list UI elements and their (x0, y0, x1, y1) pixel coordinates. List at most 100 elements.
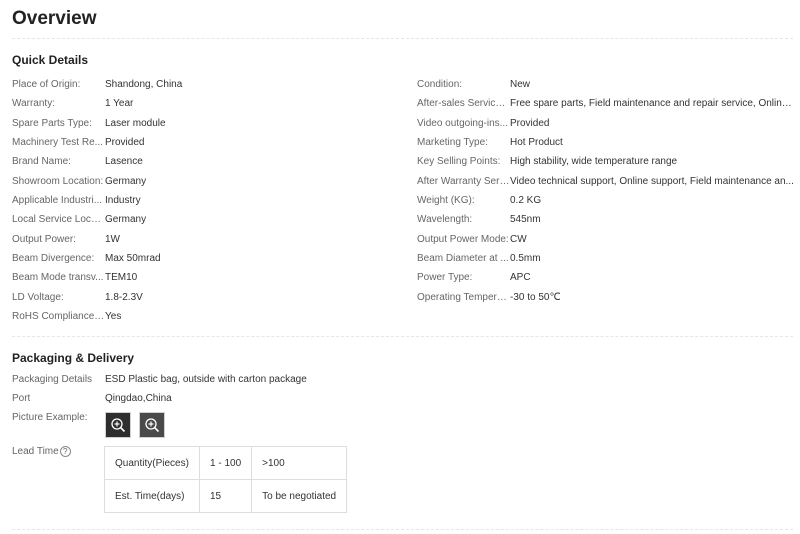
attribute-row: Spare Parts Type: Laser module (12, 114, 392, 133)
divider (12, 38, 793, 39)
table-cell: 15 (198, 479, 253, 513)
attribute-value: Germany (105, 214, 147, 226)
attribute-label: Output Power Mode: (417, 233, 509, 245)
attribute-label: Wavelength: (417, 214, 473, 226)
attribute-row: Key Selling Points: High stability, wide … (417, 152, 795, 171)
attribute-value: 545nm (510, 214, 541, 226)
attribute-value: Laser module (105, 117, 166, 129)
table-cell: To be negotiated (251, 479, 348, 513)
quick-details-left-column: Place of Origin: Shandong, China Warranty… (12, 75, 392, 326)
attribute-label: Condition: (417, 79, 463, 91)
attribute-value: Free spare parts, Field maintenance and … (510, 98, 795, 110)
port-row: Port Qingdao,China (12, 392, 172, 405)
attribute-row: Brand Name: Lasence (12, 152, 392, 171)
attribute-row: Condition: New (417, 75, 795, 94)
attribute-value: 1.8-2.3V (105, 291, 143, 303)
attribute-row: RoHS Compliance ... Yes (12, 307, 392, 326)
attribute-value: Max 50mrad (105, 253, 161, 265)
table-cell: Quantity(Pieces) (104, 446, 200, 480)
attribute-label: Packaging Details (12, 374, 93, 385)
attribute-label: Spare Parts Type: (12, 117, 92, 129)
attribute-row: Beam Mode transv... TEM10 (12, 268, 392, 287)
attribute-label: Weight (KG): (417, 195, 475, 207)
attribute-value: Provided (510, 117, 550, 129)
attribute-value: Video technical support, Online support,… (510, 175, 794, 187)
attribute-row: Showroom Location: Germany (12, 172, 392, 191)
attribute-value: High stability, wide temperature range (510, 156, 678, 168)
zoom-in-icon (145, 418, 160, 433)
attribute-row: Video outgoing-ins... Provided (417, 114, 795, 133)
attribute-row: Machinery Test Re... Provided (12, 133, 392, 152)
attribute-value: 1 Year (105, 98, 134, 110)
attribute-label: After-sales Service ... (417, 98, 510, 110)
attribute-value: 1W (105, 233, 120, 245)
attribute-row: Marketing Type: Hot Product (417, 133, 795, 152)
attribute-row: After Warranty Serv... Video technical su… (417, 172, 795, 191)
attribute-value: 0.5mm (510, 253, 541, 265)
table-row: Est. Time(days) 15 To be negotiated (104, 479, 348, 513)
attribute-value: TEM10 (105, 272, 138, 284)
attribute-row: LD Voltage: 1.8-2.3V (12, 288, 392, 307)
attribute-value: Shandong, China (105, 79, 183, 91)
attribute-row: Weight (KG): 0.2 KG (417, 191, 795, 210)
attribute-label: Video outgoing-ins... (417, 117, 508, 129)
attribute-row: Output Power Mode: CW (417, 230, 795, 249)
attribute-value: 0.2 KG (510, 195, 542, 207)
attribute-label: Power Type: (417, 272, 473, 284)
attribute-row: Applicable Industri... Industry (12, 191, 392, 210)
attribute-label: Warranty: (12, 98, 55, 110)
picture-example-row: Picture Example: (12, 411, 105, 424)
attribute-row: Beam Diameter at ... 0.5mm (417, 249, 795, 268)
page-title: Overview (12, 8, 97, 29)
attribute-value: Hot Product (510, 137, 563, 149)
attribute-row: After-sales Service ... Free spare parts,… (417, 94, 795, 113)
attribute-value: CW (510, 233, 527, 245)
table-cell: Est. Time(days) (104, 479, 200, 513)
attribute-label: Local Service Locat... (12, 214, 105, 226)
attribute-label: Port (12, 393, 31, 404)
attribute-label: Marketing Type: (417, 137, 488, 149)
picture-thumbnail[interactable] (105, 412, 131, 438)
lead-time-table: Quantity(Pieces) 1 - 100 >100 Est. Time(… (104, 446, 348, 513)
packaging-details-row: Packaging Details ESD Plastic bag, outsi… (12, 373, 307, 386)
divider (12, 529, 793, 530)
attribute-value: Industry (105, 195, 141, 207)
attribute-value: Lasence (105, 156, 143, 168)
table-cell: 1 - 100 (198, 446, 253, 480)
attribute-label: After Warranty Serv... (417, 175, 510, 187)
attribute-row: Warranty: 1 Year (12, 94, 392, 113)
attribute-row: Power Type: APC (417, 268, 795, 287)
attribute-value: ESD Plastic bag, outside with carton pac… (105, 374, 307, 385)
attribute-label: Showroom Location: (12, 175, 104, 187)
attribute-row: Place of Origin: Shandong, China (12, 75, 392, 94)
lead-time-label: Lead Time ? (12, 446, 71, 457)
table-cell: >100 (251, 446, 348, 480)
help-icon[interactable]: ? (59, 446, 71, 457)
picture-thumbnail[interactable] (139, 412, 165, 438)
attribute-label: Output Power: (12, 233, 76, 245)
attribute-row: Local Service Locat... Germany (12, 210, 392, 229)
attribute-value: -30 to 50℃ (510, 291, 561, 303)
attribute-value: APC (510, 272, 531, 284)
attribute-label: Picture Example: (12, 412, 88, 423)
attribute-label: Beam Diameter at ... (417, 253, 509, 265)
attribute-label: Beam Mode transv... (12, 272, 104, 284)
attribute-label: Operating Tempera... (417, 291, 510, 303)
divider (12, 336, 793, 337)
attribute-label: Machinery Test Re... (12, 137, 103, 149)
quick-details-title: Quick Details (12, 53, 89, 67)
attribute-row: Beam Divergence: Max 50mrad (12, 249, 392, 268)
attribute-value: Provided (105, 137, 145, 149)
attribute-value: Qingdao,China (105, 393, 172, 404)
attribute-label: RoHS Compliance ... (12, 311, 105, 323)
attribute-value: Yes (105, 311, 122, 323)
attribute-label: Applicable Industri... (12, 195, 103, 207)
attribute-label: LD Voltage: (12, 291, 64, 303)
picture-thumbnails (105, 412, 165, 438)
attribute-label: Key Selling Points: (417, 156, 501, 168)
attribute-value: New (510, 79, 531, 91)
lead-time-text: Lead Time (12, 446, 59, 457)
attribute-row: Output Power: 1W (12, 230, 392, 249)
attribute-label: Beam Divergence: (12, 253, 95, 265)
packaging-delivery-title: Packaging & Delivery (12, 351, 135, 365)
